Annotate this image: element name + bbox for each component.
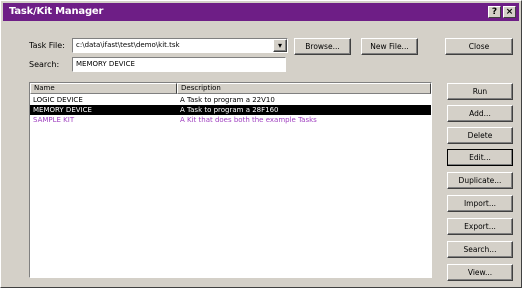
close-button-label: Close: [468, 42, 490, 51]
delete-button[interactable]: Delete: [447, 127, 513, 144]
row-description: A Task to program a 28F160: [180, 106, 279, 114]
export-button-label: Export...: [464, 222, 496, 231]
search-label: Search:: [29, 60, 60, 69]
import-button[interactable]: Import...: [447, 195, 513, 212]
table-row-selected[interactable]: MEMORY DEVICE A Task to program a 28F160: [30, 105, 431, 115]
edit-button[interactable]: Edit...: [447, 149, 513, 166]
task-list[interactable]: Name Description LOGIC DEVICE A Task to …: [29, 82, 432, 278]
edit-button-label: Edit...: [469, 153, 491, 162]
search-button-label: Search...: [463, 245, 497, 254]
close-icon[interactable]: ×: [503, 6, 516, 18]
search-input-value: MEMORY DEVICE: [76, 60, 135, 68]
task-file-combo[interactable]: c:\data\ifast\test\demo\kit.tsk: [72, 38, 288, 53]
window-title: Task/Kit Manager: [9, 6, 104, 17]
row-description: A Kit that does both the example Tasks: [180, 116, 317, 124]
add-button-label: Add...: [469, 109, 491, 118]
chevron-down-icon[interactable]: ▾: [273, 39, 287, 52]
row-name: MEMORY DEVICE: [33, 106, 92, 114]
delete-button-label: Delete: [467, 131, 493, 140]
run-button[interactable]: Run: [447, 83, 513, 100]
duplicate-button[interactable]: Duplicate...: [447, 172, 513, 189]
task-file-label: Task File:: [29, 41, 65, 50]
table-row[interactable]: LOGIC DEVICE A Task to program a 22V10: [30, 95, 431, 105]
import-button-label: Import...: [463, 199, 497, 208]
new-file-button-label: New File...: [370, 42, 409, 51]
task-file-value: c:\data\ifast\test\demo\kit.tsk: [76, 41, 180, 49]
row-name: SAMPLE KIT: [33, 116, 75, 124]
export-button[interactable]: Export...: [447, 218, 513, 235]
browse-button-label: Browse...: [305, 42, 340, 51]
run-button-label: Run: [472, 87, 488, 96]
title-bar[interactable]: Task/Kit Manager ? ×: [3, 3, 519, 21]
row-name: LOGIC DEVICE: [33, 96, 83, 104]
view-button[interactable]: View...: [447, 264, 513, 281]
table-row[interactable]: SAMPLE KIT A Kit that does both the exam…: [30, 115, 431, 125]
search-input[interactable]: MEMORY DEVICE: [72, 57, 286, 72]
search-button[interactable]: Search...: [447, 241, 513, 258]
view-button-label: View...: [467, 268, 493, 277]
add-button[interactable]: Add...: [447, 105, 513, 122]
close-button[interactable]: Close: [445, 38, 513, 55]
task-kit-manager-window: Task/Kit Manager ? × Task File: c:\data\…: [0, 0, 522, 288]
duplicate-button-label: Duplicate...: [458, 176, 502, 185]
column-header-description[interactable]: Description: [177, 83, 431, 94]
row-description: A Task to program a 22V10: [180, 96, 275, 104]
browse-button[interactable]: Browse...: [294, 38, 351, 55]
column-header-name[interactable]: Name: [30, 83, 177, 94]
help-icon[interactable]: ?: [488, 6, 501, 18]
new-file-button[interactable]: New File...: [361, 38, 418, 55]
